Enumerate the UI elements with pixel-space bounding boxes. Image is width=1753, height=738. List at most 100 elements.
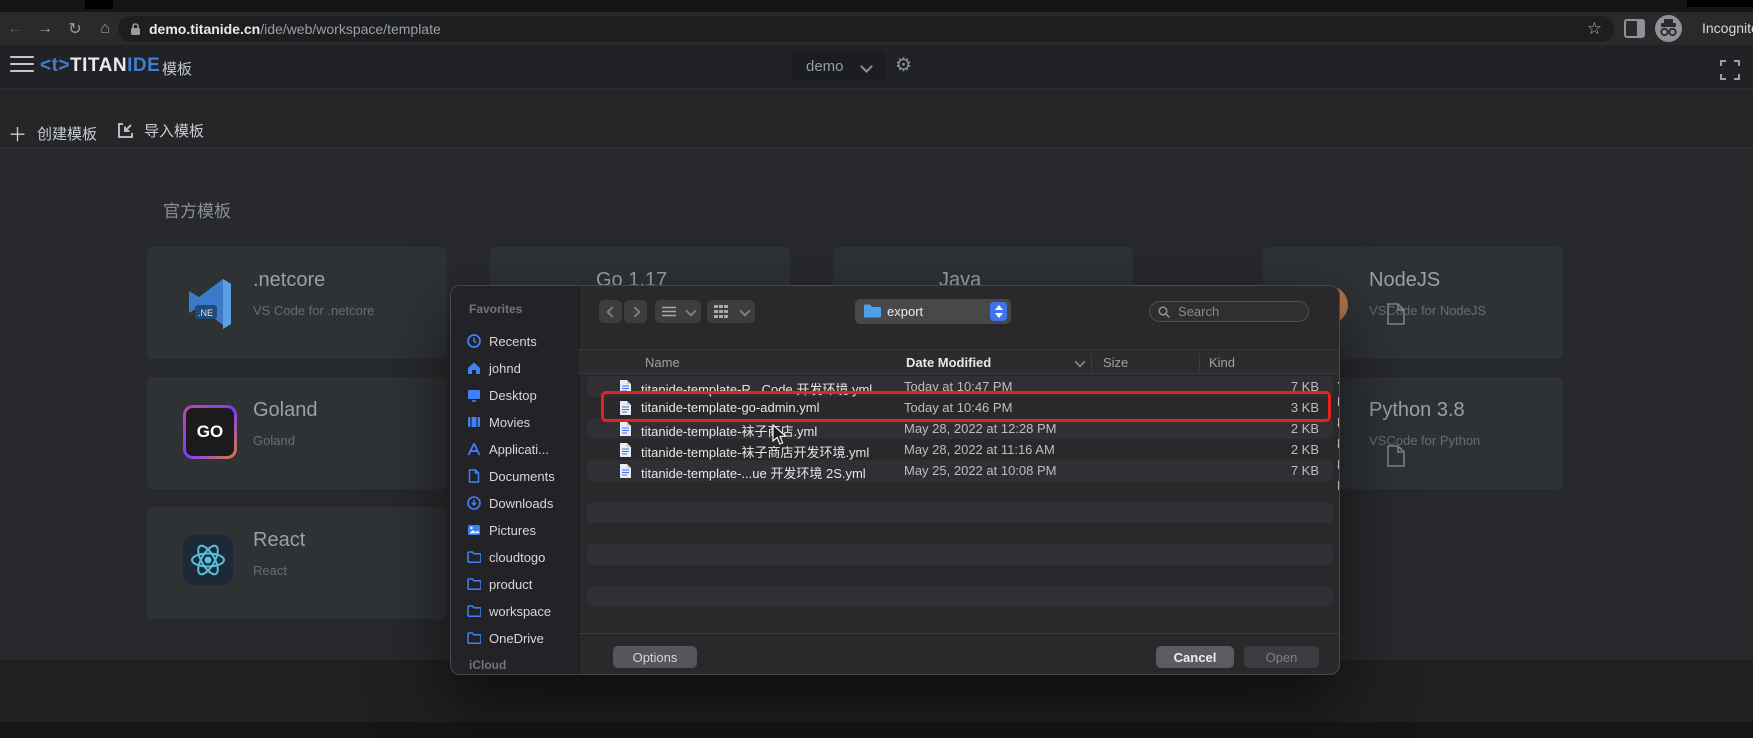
back-icon[interactable]: ←: [0, 20, 30, 38]
file-date: May 28, 2022 at 12:28 PM: [904, 421, 1056, 436]
address-bar[interactable]: demo.titanide.cn/ide/web/workspace/templ…: [118, 16, 1614, 42]
sidebar-item-onedrive[interactable]: OneDrive: [467, 627, 544, 649]
sidebar-item-applicati---[interactable]: Applicati...: [467, 438, 549, 460]
forward-icon[interactable]: →: [30, 20, 60, 38]
sidebar-item-label: Desktop: [489, 388, 537, 403]
empty-row: [579, 502, 1340, 523]
sidebar-item-product[interactable]: product: [467, 573, 532, 595]
cancel-button[interactable]: Cancel: [1156, 646, 1234, 668]
card-subtitle: VS Code for .netcore: [253, 303, 374, 318]
card-title: Python 3.8: [1369, 399, 1465, 422]
import-template-label: 导入模板: [144, 120, 204, 141]
sidebar-item-label: cloudtogo: [489, 550, 545, 565]
create-template-button[interactable]: ＋ 创建模板: [8, 120, 97, 147]
stepper-icon[interactable]: [990, 302, 1007, 321]
url-host: demo.titanide.cn: [149, 21, 260, 37]
goland-icon: GO: [183, 405, 237, 459]
sidebar-item-label: Pictures: [489, 523, 536, 538]
sidebar-item-label: OneDrive: [489, 631, 544, 646]
sort-chevron-down-icon[interactable]: [1074, 356, 1085, 367]
column-size[interactable]: Size: [1103, 355, 1128, 370]
file-date: May 28, 2022 at 11:16 AM: [904, 442, 1055, 457]
incognito-label: Incognito: [1702, 20, 1753, 36]
bookmark-star-icon[interactable]: ☆: [1587, 19, 1602, 39]
empty-row: [579, 481, 1340, 502]
sidebar-item-label: product: [489, 577, 532, 592]
favorites-header: Favorites: [469, 302, 522, 316]
sidebar-item-recents[interactable]: Recents: [467, 330, 537, 352]
file-name: titanide-template-袜子商店.yml: [641, 421, 817, 440]
empty-row: [579, 565, 1340, 586]
sidebar-item-cloudtogo[interactable]: cloudtogo: [467, 546, 545, 568]
empty-row: [579, 544, 1340, 565]
fullscreen-icon[interactable]: [1720, 60, 1740, 85]
location-dropdown[interactable]: export: [855, 299, 1011, 324]
netcore-icon: .NE: [183, 275, 237, 329]
icloud-header: iCloud: [469, 658, 506, 672]
open-button[interactable]: Open: [1244, 646, 1319, 668]
hamburger-menu-icon[interactable]: [0, 55, 44, 75]
card-title: .netcore: [253, 269, 325, 292]
folder-icon: [864, 304, 881, 318]
template-card-netcore[interactable]: .NE .netcore VS Code for .netcore: [147, 247, 447, 359]
plus-icon: ＋: [8, 120, 27, 147]
mouse-cursor: [772, 424, 787, 451]
sidebar-item-label: Recents: [489, 334, 537, 349]
footer-strip-dark: [0, 722, 1753, 738]
empty-row: [579, 607, 1340, 628]
grid-view-icon: [714, 305, 728, 318]
card-subtitle: React: [253, 563, 287, 578]
search-input[interactable]: [1176, 303, 1290, 320]
grid-view-button[interactable]: [707, 300, 755, 323]
svg-text:.NE: .NE: [198, 308, 213, 318]
column-date-modified[interactable]: Date Modified: [906, 355, 991, 370]
file-size: 7 KB: [1267, 463, 1319, 478]
empty-row: [579, 586, 1340, 607]
section-title: 官方模板: [163, 197, 231, 222]
photo-icon: [467, 523, 481, 537]
list-view-button[interactable]: [655, 300, 701, 323]
card-subtitle: VSCode for Python: [1369, 433, 1480, 448]
import-template-button[interactable]: 导入模板: [117, 120, 204, 141]
file-name: titanide-template-袜子商店开发环境.yml: [641, 442, 869, 461]
home-icon[interactable]: ⌂: [90, 20, 120, 38]
card-title: Goland: [253, 399, 318, 422]
template-card-react[interactable]: React React: [147, 507, 447, 619]
file-row[interactable]: titanide-template-...ue 开发环境 2S.yml May …: [579, 460, 1340, 481]
dialog-back-button[interactable]: [599, 300, 622, 323]
titanide-logo[interactable]: <t>TITANIDE: [40, 55, 160, 77]
sidebar-item-documents[interactable]: Documents: [467, 465, 555, 487]
sidebar-item-downloads[interactable]: Downloads: [467, 492, 553, 514]
file-row[interactable]: titanide-template-袜子商店开发环境.yml May 28, 2…: [579, 439, 1340, 460]
dialog-forward-button[interactable]: [624, 300, 647, 323]
sidebar-item-desktop[interactable]: Desktop: [467, 384, 537, 406]
react-icon: [183, 535, 237, 589]
folder-icon: [467, 550, 481, 564]
sidebar-item-workspace[interactable]: workspace: [467, 600, 551, 622]
sidebar-item-johnd[interactable]: johnd: [467, 357, 521, 379]
folder-icon: [467, 631, 481, 645]
home-icon: [467, 361, 481, 375]
template-file-icon: [1387, 303, 1405, 330]
template-card-goland[interactable]: GO Goland Goland: [147, 377, 447, 489]
options-button[interactable]: Options: [613, 646, 697, 668]
gear-icon[interactable]: ⚙: [895, 54, 912, 77]
clock-icon: [467, 334, 481, 348]
search-field[interactable]: [1149, 301, 1309, 322]
sidebar-item-pictures[interactable]: Pictures: [467, 519, 536, 541]
reload-icon[interactable]: ↻: [60, 19, 90, 39]
create-template-label: 创建模板: [37, 123, 97, 144]
logo-bracket: <t>: [40, 55, 70, 76]
sidebar-item-movies[interactable]: Movies: [467, 411, 530, 433]
file-open-dialog: Favorites Recents johnd Desktop Movies Appli…: [450, 285, 1340, 675]
side-panel-icon[interactable]: [1624, 19, 1645, 38]
search-icon: [1158, 306, 1170, 318]
column-name[interactable]: Name: [645, 355, 680, 370]
desktop-icon: [467, 388, 481, 402]
incognito-avatar-icon[interactable]: [1655, 15, 1682, 42]
highlight-annotation-box: [601, 391, 1331, 422]
logo-ide: IDE: [127, 55, 160, 76]
template-file-icon: [1387, 445, 1405, 472]
column-kind[interactable]: Kind: [1209, 355, 1235, 370]
browser-tab-strip: [0, 0, 1753, 12]
